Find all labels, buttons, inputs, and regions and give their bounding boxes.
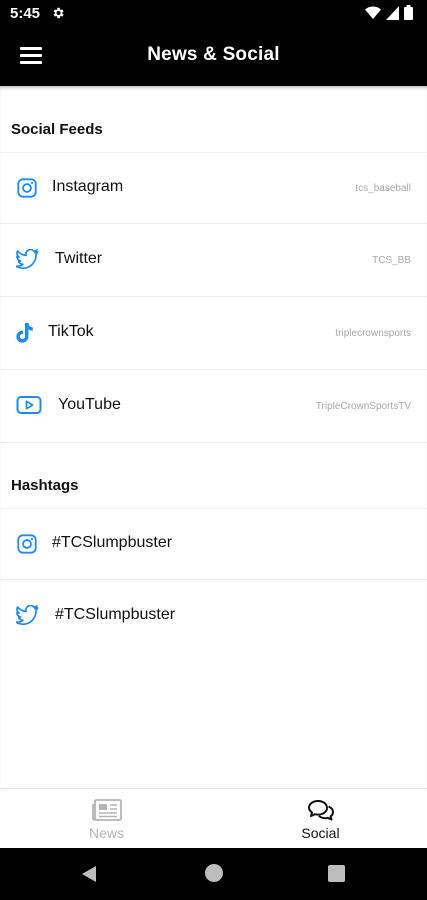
bottom-tab-bar: News Social bbox=[0, 788, 427, 848]
social-feed-instagram[interactable]: Instagram tcs_baseball bbox=[0, 152, 427, 224]
section-header-social-feeds: Social Feeds bbox=[11, 121, 103, 138]
page-title: News & Social bbox=[147, 44, 280, 65]
social-feed-label: YouTube bbox=[58, 396, 121, 413]
social-feed-label: Twitter bbox=[55, 250, 103, 267]
hashtag-label: #TCSlumpbuster bbox=[52, 534, 173, 551]
settings-gear-icon bbox=[51, 6, 65, 25]
social-feed-handle: TripleCrownSportsTV bbox=[315, 401, 411, 412]
social-content: Social Feeds Instagram tcs_baseball Twit… bbox=[0, 86, 427, 788]
social-feed-handle: triplecrownsports bbox=[335, 328, 411, 339]
social-feed-youtube[interactable]: YouTube TripleCrownSportsTV bbox=[0, 371, 427, 443]
tab-news[interactable]: News bbox=[0, 789, 213, 849]
hashtag-instagram[interactable]: #TCSlumpbuster bbox=[0, 508, 427, 580]
status-bar: 5:45 bbox=[0, 0, 427, 28]
hashtag-twitter[interactable]: #TCSlumpbuster bbox=[0, 581, 427, 653]
section-header-hashtags: Hashtags bbox=[11, 477, 79, 494]
signal-icon bbox=[386, 5, 399, 25]
social-feed-label: TikTok bbox=[48, 323, 94, 340]
social-feed-handle: TCS_BB bbox=[372, 255, 411, 266]
status-time: 5:45 bbox=[10, 5, 41, 22]
back-icon[interactable] bbox=[81, 865, 97, 888]
social-feed-tiktok[interactable]: TikTok triplecrownsports bbox=[0, 298, 427, 370]
tab-social-label: Social bbox=[301, 825, 340, 841]
wifi-icon bbox=[365, 6, 381, 25]
home-icon[interactable] bbox=[205, 864, 223, 882]
chat-bubbles-icon bbox=[307, 799, 335, 826]
social-feed-handle: tcs_baseball bbox=[355, 183, 411, 194]
tab-news-label: News bbox=[88, 825, 124, 841]
twitter-icon bbox=[15, 248, 40, 273]
twitter-icon bbox=[15, 604, 40, 629]
youtube-icon bbox=[16, 395, 42, 419]
app-bar: News & Social bbox=[0, 28, 427, 86]
recent-apps-icon[interactable] bbox=[328, 865, 345, 882]
hashtag-label: #TCSlumpbuster bbox=[55, 606, 176, 623]
tiktok-icon bbox=[14, 322, 38, 346]
instagram-icon bbox=[16, 177, 40, 201]
social-feed-label: Instagram bbox=[52, 178, 124, 195]
battery-icon bbox=[404, 5, 413, 25]
tab-social[interactable]: Social bbox=[214, 789, 427, 849]
instagram-icon bbox=[16, 533, 40, 557]
system-nav-bar bbox=[0, 848, 427, 900]
newspaper-icon bbox=[91, 799, 122, 826]
social-feed-twitter[interactable]: Twitter TCS_BB bbox=[0, 225, 427, 297]
